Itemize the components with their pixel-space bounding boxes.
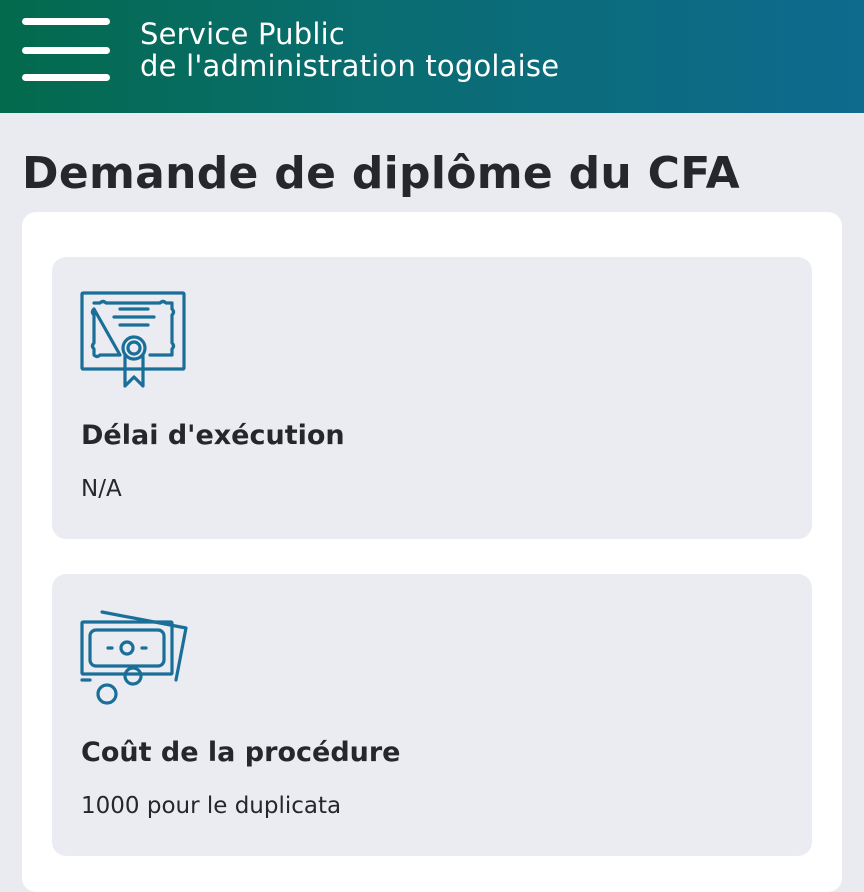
card-label: Délai d'exécution	[81, 420, 345, 451]
certificate-icon	[80, 291, 188, 389]
info-card-delay: Délai d'exécution N/A	[52, 257, 812, 539]
top-header: Service Public de l'administration togol…	[0, 0, 864, 113]
procedure-info-panel: Délai d'exécution N/A Coût de la procédu…	[22, 212, 842, 892]
info-card-cost: Coût de la procédure 1000 pour le duplic…	[52, 574, 812, 856]
brand-title[interactable]: Service Public de l'administration togol…	[140, 18, 559, 82]
money-coins-icon	[80, 608, 188, 706]
hamburger-menu-icon[interactable]	[22, 18, 110, 84]
menu-bar	[22, 18, 110, 25]
card-label: Coût de la procédure	[81, 737, 401, 768]
menu-bar	[22, 47, 110, 54]
page-title: Demande de diplôme du CFA	[22, 148, 740, 199]
menu-bar	[22, 74, 110, 81]
brand-line-2: de l'administration togolaise	[140, 49, 560, 83]
brand-line-1: Service Public	[140, 17, 346, 51]
card-value: 1000 pour le duplicata	[81, 793, 342, 819]
card-value: N/A	[81, 476, 122, 502]
